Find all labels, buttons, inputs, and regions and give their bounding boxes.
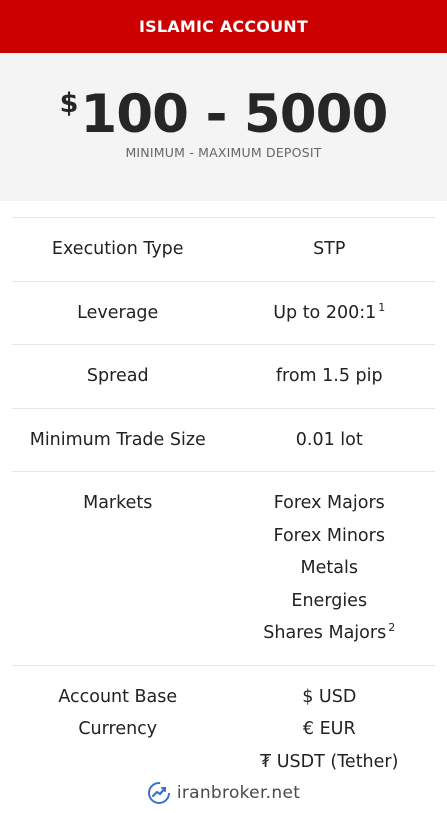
row-label: Markets xyxy=(83,493,153,513)
deposit-caption: MINIMUM - MAXIMUM DEPOSIT xyxy=(125,145,322,160)
row-label-line: Currency xyxy=(78,719,158,739)
table-row-spread: Spread from 1.5 pip xyxy=(12,345,435,409)
row-label: Spread xyxy=(86,366,149,386)
deposit-range: $ 100 - 5000 xyxy=(59,84,389,145)
currency-list: $ USD € EUR ₮ USDT (Tether) xyxy=(224,666,436,794)
deposit-range-value: 100 - 5000 xyxy=(80,84,388,145)
account-title: ISLAMIC ACCOUNT xyxy=(138,17,308,36)
currency-item: ₮ USDT (Tether) xyxy=(260,751,399,772)
currency-item: € EUR xyxy=(302,719,356,739)
market-item: Energies xyxy=(291,590,368,611)
account-specs-table: Execution Type STP Leverage Up to 200:1 1… xyxy=(12,217,435,793)
market-item: Forex Majors xyxy=(273,493,385,513)
market-item: Forex Minors xyxy=(273,525,385,546)
row-value: STP xyxy=(313,239,346,259)
market-item: Shares Majors 2 xyxy=(224,617,436,650)
table-row-leverage: Leverage Up to 200:1 1 xyxy=(12,282,436,345)
row-value: Up to 200:1 1 xyxy=(224,282,436,345)
watermark: iranbroker.net xyxy=(0,781,447,805)
account-header: ISLAMIC ACCOUNT xyxy=(0,0,447,53)
watermark-text: iranbroker.net xyxy=(176,783,301,803)
leverage-value: Up to 200:1 xyxy=(273,302,377,323)
row-label: Execution Type xyxy=(51,239,184,259)
row-label: Minimum Trade Size xyxy=(29,429,206,450)
markets-list: Forex Majors Forex Minors Metals Energie… xyxy=(224,472,436,665)
table-row-min-trade-size: Minimum Trade Size 0.01 lot xyxy=(12,409,435,472)
deposit-panel: $ 100 - 5000 MINIMUM - MAXIMUM DEPOSIT xyxy=(0,53,447,201)
chart-trend-logo-icon xyxy=(147,782,170,804)
row-label: Account Base Currency xyxy=(12,666,224,794)
footnote-marker: 2 xyxy=(388,621,396,634)
table-row-base-currency: Account Base Currency $ USD € EUR ₮ USDT… xyxy=(12,666,435,794)
row-value: 0.01 lot xyxy=(295,429,363,450)
currency-item: $ USD xyxy=(302,686,357,707)
market-item: Metals xyxy=(300,558,358,578)
row-value: from 1.5 pip xyxy=(275,366,383,386)
deposit-currency-symbol: $ xyxy=(59,88,79,119)
row-label-line: Account Base xyxy=(58,686,178,707)
row-label: Leverage xyxy=(77,302,159,323)
table-row-execution-type: Execution Type STP xyxy=(12,218,435,282)
footnote-marker: 1 xyxy=(378,300,386,314)
table-row-markets: Markets Forex Majors Forex Minors Metals… xyxy=(12,472,435,666)
market-item-label: Shares Majors xyxy=(263,623,387,643)
